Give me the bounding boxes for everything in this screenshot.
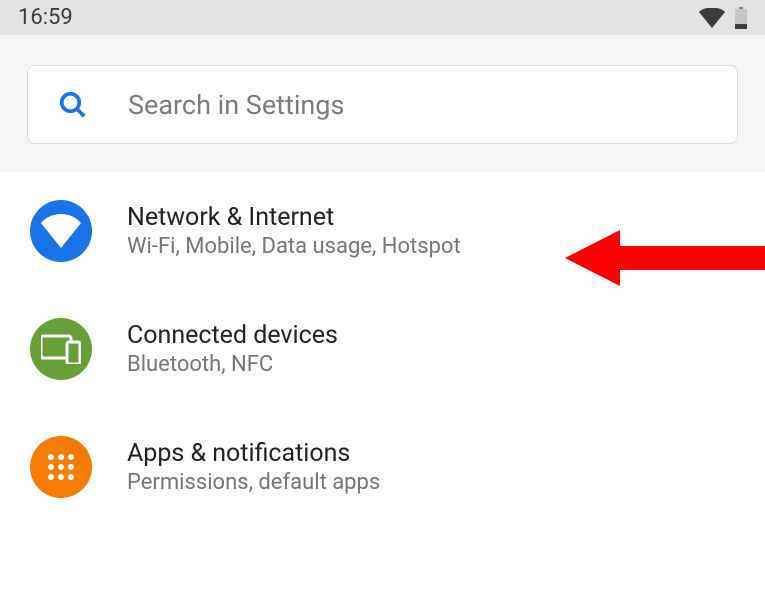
apps-icon <box>30 436 92 498</box>
devices-icon <box>30 318 92 380</box>
status-time: 16:59 <box>18 5 73 30</box>
search-box[interactable] <box>27 65 738 144</box>
setting-apps-notifications[interactable]: Apps & notifications Permissions, defaul… <box>0 408 765 526</box>
status-icons <box>699 7 747 29</box>
setting-title: Apps & notifications <box>127 439 765 468</box>
setting-subtitle: Bluetooth, NFC <box>127 352 765 377</box>
setting-text: Apps & notifications Permissions, defaul… <box>127 439 765 495</box>
wifi-icon <box>30 200 92 262</box>
setting-network-internet[interactable]: Network & Internet Wi-Fi, Mobile, Data u… <box>0 172 765 290</box>
search-input[interactable] <box>128 89 737 121</box>
setting-title: Connected devices <box>127 321 765 350</box>
setting-text: Network & Internet Wi-Fi, Mobile, Data u… <box>127 203 765 259</box>
setting-subtitle: Wi-Fi, Mobile, Data usage, Hotspot <box>127 234 765 259</box>
setting-text: Connected devices Bluetooth, NFC <box>127 321 765 377</box>
status-bar: 16:59 <box>0 0 765 35</box>
setting-connected-devices[interactable]: Connected devices Bluetooth, NFC <box>0 290 765 408</box>
setting-subtitle: Permissions, default apps <box>127 470 765 495</box>
search-section <box>0 35 765 172</box>
search-icon <box>58 90 88 120</box>
setting-title: Network & Internet <box>127 203 765 232</box>
battery-indicator-icon <box>735 7 747 29</box>
wifi-indicator-icon <box>699 8 725 28</box>
settings-list: Network & Internet Wi-Fi, Mobile, Data u… <box>0 172 765 593</box>
